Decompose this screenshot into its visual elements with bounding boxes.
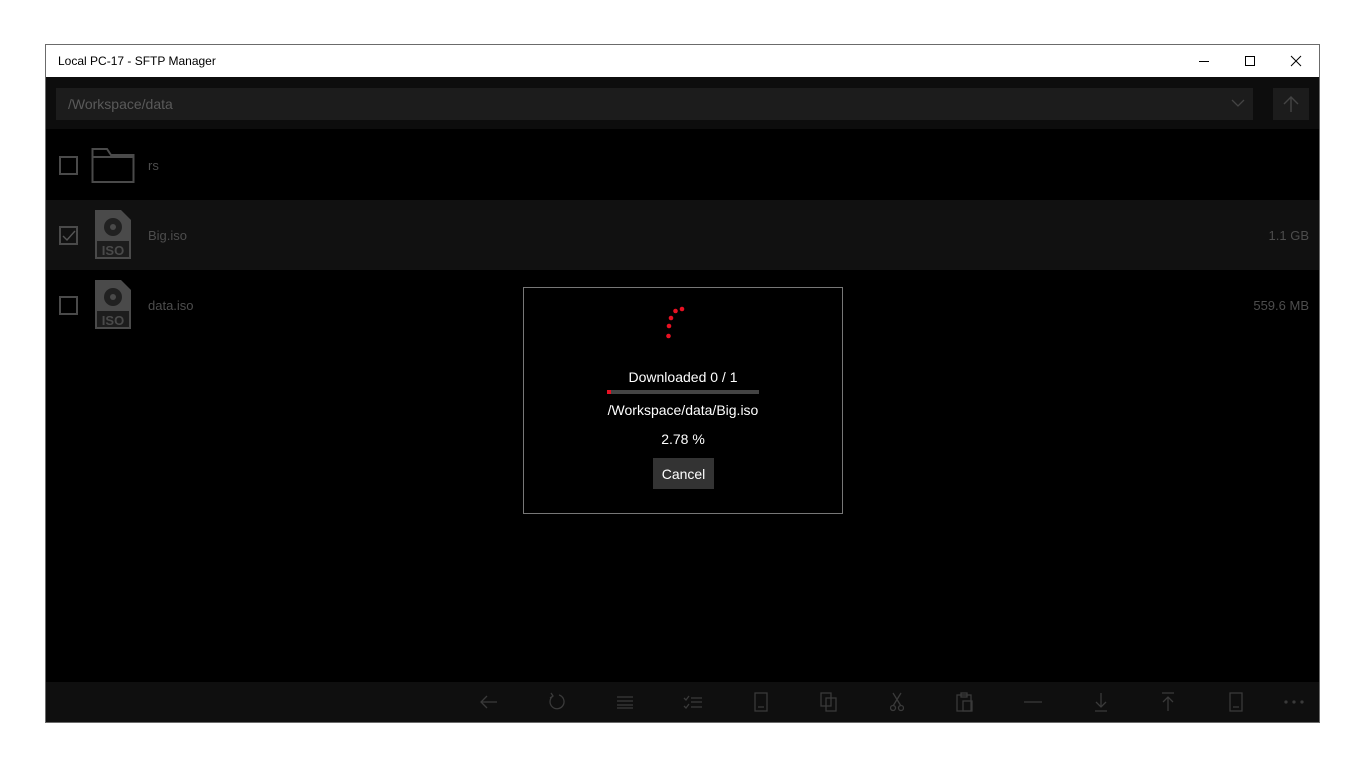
copy-icon — [820, 692, 837, 712]
progress-fill — [607, 390, 612, 394]
list-view-button[interactable] — [610, 688, 640, 716]
cut-button[interactable] — [882, 688, 912, 716]
new-file-button[interactable] — [746, 688, 776, 716]
main-content: /Workspace/data rs ISO Big.iso 1.1 GB IS… — [46, 77, 1319, 722]
checkmark-icon — [62, 230, 76, 242]
file-size: 559.6 MB — [1253, 298, 1309, 313]
file-row[interactable]: ISO Big.iso 1.1 GB — [46, 200, 1319, 270]
file-size: 1.1 GB — [1268, 228, 1309, 243]
file-row[interactable]: rs — [46, 130, 1319, 200]
upload-icon — [1162, 692, 1174, 711]
chevron-down-icon — [1231, 99, 1245, 107]
rename-button[interactable] — [1221, 688, 1251, 716]
more-icon — [1284, 700, 1304, 704]
file-name: rs — [148, 158, 159, 173]
more-button[interactable] — [1279, 688, 1309, 716]
app-window: Local PC-17 - SFTP Manager /Workspace/da… — [45, 44, 1320, 723]
refresh-button[interactable] — [542, 688, 572, 716]
download-status: Downloaded 0 / 1 — [628, 369, 738, 385]
bottom-toolbar — [46, 682, 1319, 722]
download-progress-dialog: Downloaded 0 / 1 /Workspace/data/Big.iso… — [523, 287, 843, 514]
cut-icon — [890, 692, 904, 712]
loading-spinner-icon — [666, 306, 685, 339]
file-name: data.iso — [148, 298, 194, 313]
select-all-button[interactable] — [678, 688, 708, 716]
select-all-icon — [683, 695, 702, 709]
refresh-icon — [549, 692, 565, 710]
iso-file-icon: ISO — [95, 210, 131, 259]
back-button[interactable] — [474, 688, 504, 716]
path-dropdown[interactable]: /Workspace/data — [56, 88, 1253, 120]
download-progress-bar — [607, 390, 759, 394]
upload-button[interactable] — [1153, 688, 1183, 716]
file-name: Big.iso — [148, 228, 188, 243]
row-checkbox[interactable] — [59, 226, 78, 245]
new-file-icon — [754, 692, 768, 712]
iso-file-icon: ISO — [95, 280, 131, 329]
iso-badge: ISO — [102, 313, 124, 328]
minimize-button[interactable] — [1181, 45, 1227, 77]
copy-button[interactable] — [814, 688, 844, 716]
rename-icon — [1229, 692, 1243, 712]
maximize-button[interactable] — [1227, 45, 1273, 77]
maximize-icon — [1245, 56, 1255, 66]
window-title: Local PC-17 - SFTP Manager — [58, 54, 216, 68]
path-bar: /Workspace/data — [46, 77, 1319, 129]
iso-badge: ISO — [102, 243, 124, 258]
download-icon — [1095, 693, 1107, 712]
cancel-button[interactable]: Cancel — [653, 458, 714, 489]
minimize-icon — [1199, 61, 1209, 62]
back-icon — [480, 695, 497, 709]
close-button[interactable] — [1273, 45, 1319, 77]
download-file-path: /Workspace/data/Big.iso — [607, 402, 759, 418]
folder-icon — [91, 148, 135, 183]
download-button[interactable] — [1086, 688, 1116, 716]
row-checkbox[interactable] — [59, 296, 78, 315]
list-icon — [617, 696, 633, 709]
title-bar: Local PC-17 - SFTP Manager — [46, 45, 1319, 77]
delete-button[interactable] — [1018, 688, 1048, 716]
paste-icon — [956, 692, 973, 712]
path-value: /Workspace/data — [68, 96, 173, 112]
delete-icon — [1024, 701, 1042, 703]
paste-button[interactable] — [950, 688, 980, 716]
arrow-up-icon — [1283, 96, 1299, 112]
close-icon — [1290, 55, 1302, 67]
up-directory-button[interactable] — [1273, 88, 1309, 120]
row-checkbox[interactable] — [59, 156, 78, 175]
download-percent: 2.78 % — [661, 431, 705, 447]
